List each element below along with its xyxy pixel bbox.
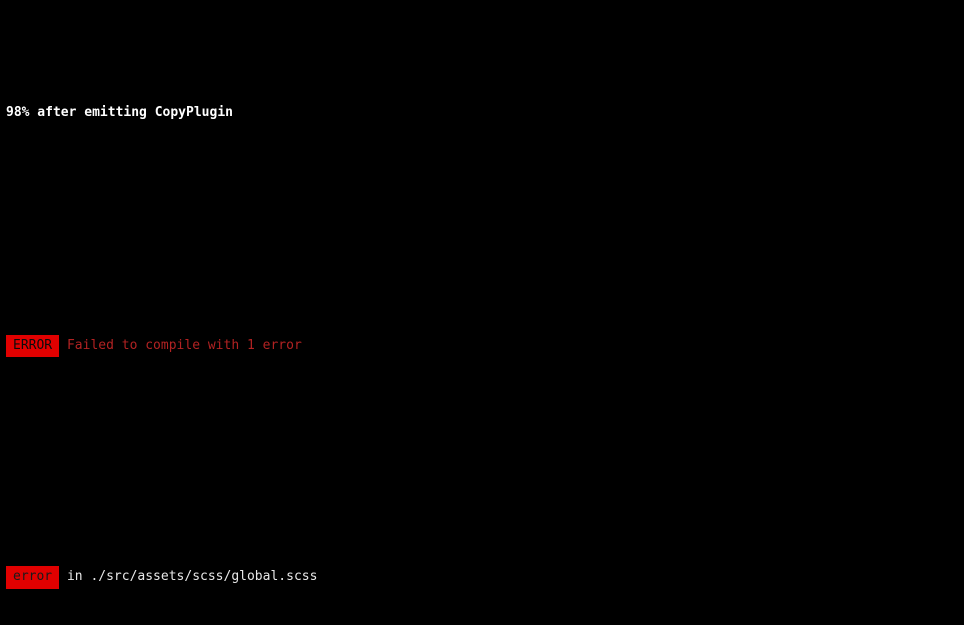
webpack-file-error-message: in ./src/assets/scss/global.scss [66, 569, 318, 585]
webpack-file-error-row: error in ./src/assets/scss/global.scss [6, 566, 964, 589]
terminal-output: 98% after emitting CopyPlugin ERROR Fail… [6, 26, 964, 625]
error-badge: ERROR [6, 334, 60, 358]
webpack-error-row: ERROR Failed to compile with 1 error [6, 334, 964, 358]
webpack-progress-text: 98% after emitting CopyPlugin [6, 105, 233, 121]
webpack-error-message: Failed to compile with 1 error [66, 337, 302, 353]
terminal-window[interactable]: 98% after emitting CopyPlugin ERROR Fail… [0, 0, 964, 625]
webpack-progress-line: 98% after emitting CopyPlugin [6, 103, 964, 122]
error-lower-badge: error [6, 566, 60, 589]
